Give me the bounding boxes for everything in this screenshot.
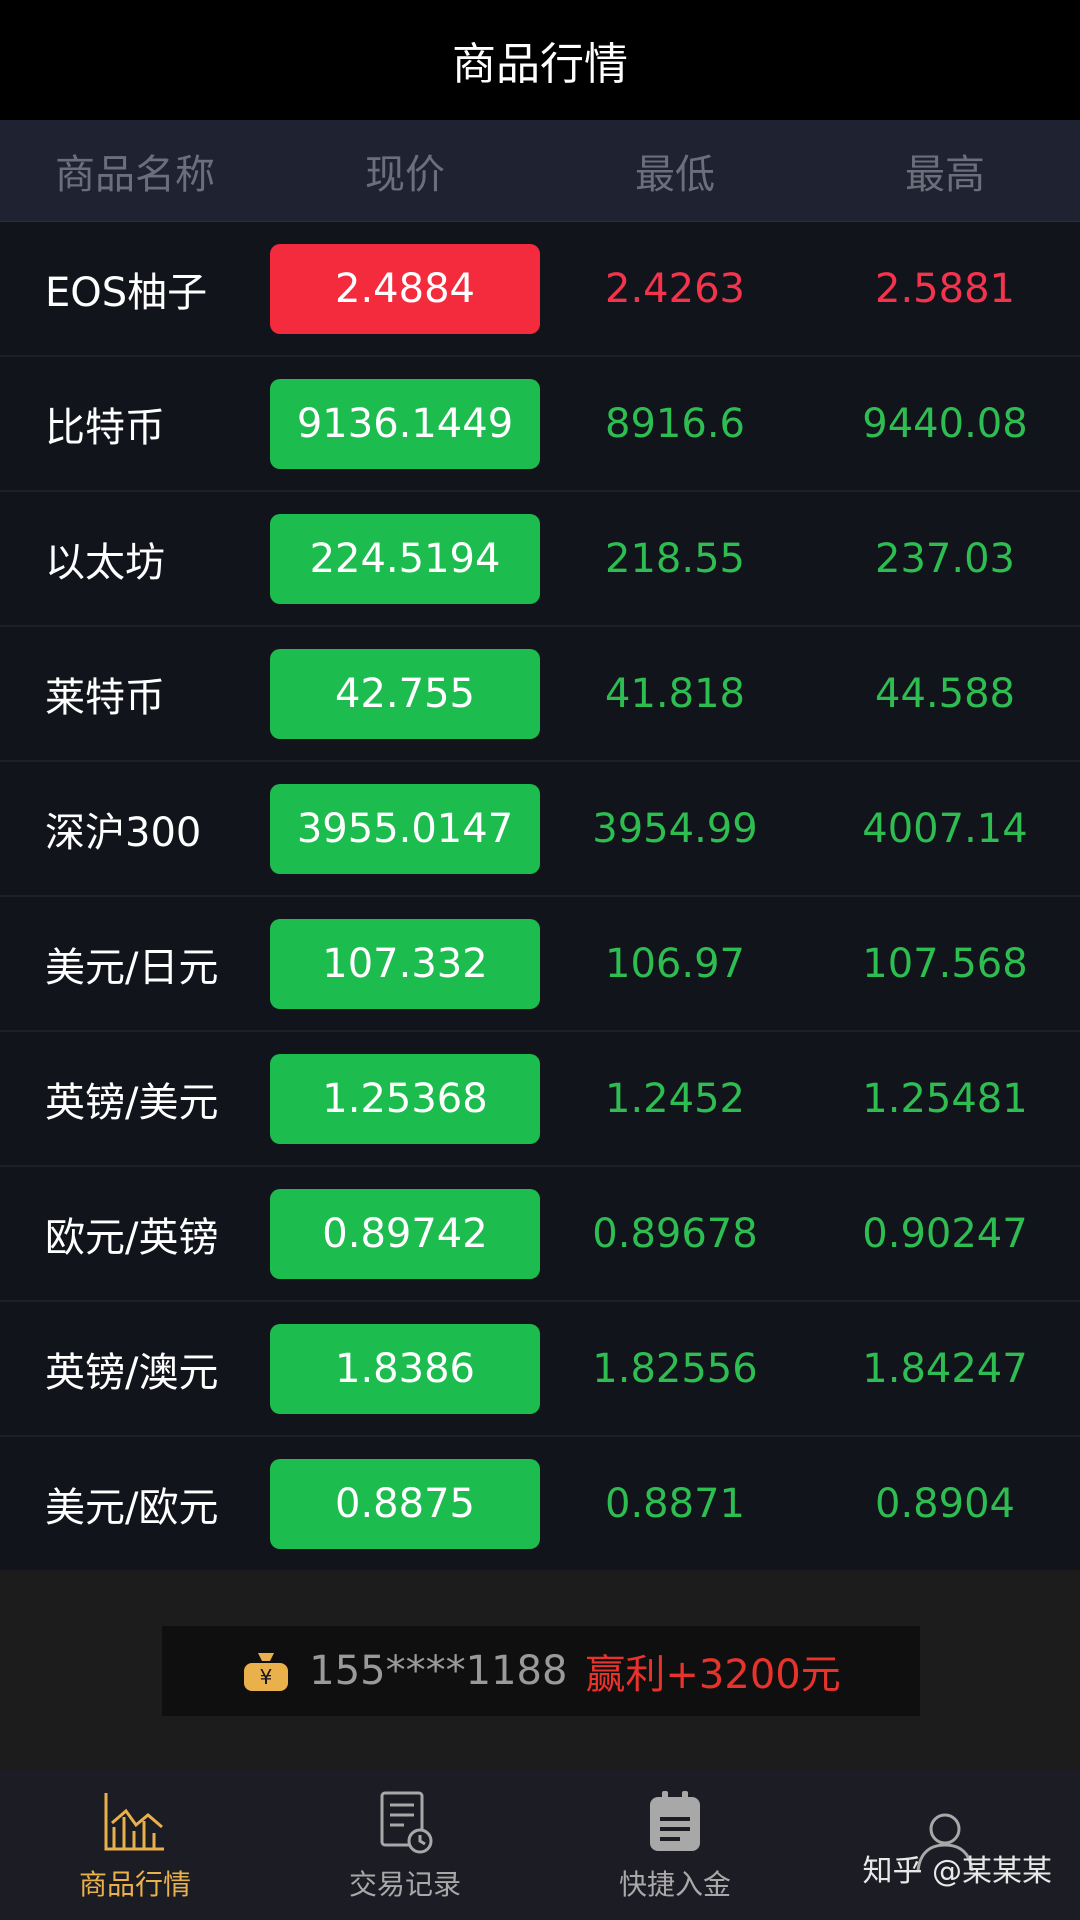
table-row[interactable]: 莱特币 42.755 41.818 44.588 [0, 627, 1080, 762]
row-low: 3954.99 [592, 805, 758, 852]
row-price[interactable]: 2.4884 [270, 243, 540, 334]
row-name: EOS柚子 [45, 269, 208, 316]
row-price-cell: 224.5194 [270, 513, 540, 604]
table-row[interactable]: 欧元/英镑 0.89742 0.89678 0.90247 [0, 1167, 1080, 1302]
row-price[interactable]: 1.8386 [270, 1323, 540, 1414]
table-row[interactable]: 比特币 9136.1449 8916.6 9440.08 [0, 357, 1080, 492]
ticker-win: 赢利+3200元 [585, 1652, 841, 1698]
row-price-cell: 0.89742 [270, 1188, 540, 1279]
watermark: 知乎 @某某某 [862, 1854, 1052, 1889]
row-low: 0.89678 [592, 1210, 758, 1257]
tab-market-label: 商品行情 [78, 1868, 191, 1901]
table-row[interactable]: 深沪300 3955.0147 3954.99 4007.14 [0, 762, 1080, 897]
row-high: 2.5881 [875, 265, 1015, 312]
row-low: 218.55 [605, 535, 745, 582]
row-high: 237.03 [875, 535, 1015, 582]
row-high: 0.8904 [875, 1480, 1015, 1527]
column-low-header: 最低 [635, 151, 715, 198]
tab-deposit-label: 快捷入金 [618, 1868, 731, 1901]
row-high: 9440.08 [862, 400, 1028, 447]
row-low: 41.818 [605, 670, 745, 717]
row-high: 0.90247 [862, 1210, 1028, 1257]
row-price-cell: 0.8875 [270, 1458, 540, 1549]
row-high: 4007.14 [862, 805, 1028, 852]
row-price[interactable]: 0.8875 [270, 1458, 540, 1549]
row-low: 0.8871 [605, 1480, 745, 1527]
chart-icon [104, 1793, 164, 1851]
row-price-cell: 3955.0147 [270, 783, 540, 874]
row-price[interactable]: 224.5194 [270, 513, 540, 604]
column-header: 商品名称 现价 最低 最高 [0, 120, 1080, 222]
tab-deposit[interactable]: 快捷入金 [540, 1770, 810, 1920]
row-low: 1.2452 [605, 1075, 745, 1122]
row-price[interactable]: 1.25368 [270, 1053, 540, 1144]
row-low: 2.4263 [605, 265, 745, 312]
column-name-header: 商品名称 [55, 151, 215, 198]
page-title: 商品行情 [0, 0, 1080, 120]
row-name: 美元/欧元 [45, 1484, 219, 1531]
tab-market[interactable]: 商品行情 [0, 1770, 270, 1920]
row-price-cell: 1.8386 [270, 1323, 540, 1414]
row-name: 欧元/英镑 [45, 1214, 219, 1261]
tab-profile[interactable] [810, 1770, 1080, 1920]
win-ticker: ¥ 155****1188 赢利+3200元 [162, 1626, 920, 1716]
row-price-cell: 1.25368 [270, 1053, 540, 1144]
svg-text:¥: ¥ [260, 1665, 273, 1689]
table-row[interactable]: EOS柚子 2.4884 2.4263 2.5881 [0, 222, 1080, 357]
table-row[interactable]: 英镑/美元 1.25368 1.2452 1.25481 [0, 1032, 1080, 1167]
row-high: 107.568 [862, 940, 1028, 987]
row-name: 英镑/澳元 [45, 1349, 219, 1396]
row-name: 美元/日元 [45, 944, 219, 991]
row-name: 莱特币 [45, 674, 165, 721]
tab-records[interactable]: 交易记录 [270, 1770, 540, 1920]
table-row[interactable]: 美元/日元 107.332 106.97 107.568 [0, 897, 1080, 1032]
row-high: 1.25481 [862, 1075, 1028, 1122]
column-price-header: 现价 [365, 151, 445, 198]
row-low: 106.97 [605, 940, 745, 987]
row-price[interactable]: 42.755 [270, 648, 540, 739]
clipboard-icon [650, 1791, 700, 1851]
row-name: 比特币 [45, 404, 165, 451]
row-low: 1.82556 [592, 1345, 758, 1392]
ticker-phone: 155****1188 [309, 1648, 568, 1694]
row-name: 深沪300 [45, 809, 202, 856]
table-row[interactable]: 英镑/澳元 1.8386 1.82556 1.84247 [0, 1302, 1080, 1437]
row-high: 1.84247 [862, 1345, 1028, 1392]
table-row[interactable]: 以太坊 224.5194 218.55 237.03 [0, 492, 1080, 627]
row-price-cell: 2.4884 [270, 243, 540, 334]
row-price-cell: 107.332 [270, 918, 540, 1009]
column-high-header: 最高 [905, 151, 985, 198]
market-screen: 商品行情 商品名称 现价 最低 最高 EOS柚子 2.4884 2.4263 2.58… [0, 0, 1080, 1920]
table-row[interactable]: 美元/欧元 0.8875 0.8871 0.8904 [0, 1437, 1080, 1572]
row-price[interactable]: 9136.1449 [270, 378, 540, 469]
ticker-area: ¥ 155****1188 赢利+3200元 [0, 1570, 1080, 1770]
row-price[interactable]: 0.89742 [270, 1188, 540, 1279]
quote-list: EOS柚子 2.4884 2.4263 2.5881 比特币 9136.1449 8916.… [0, 222, 1080, 1572]
row-price-cell: 42.755 [270, 648, 540, 739]
record-icon [380, 1791, 433, 1854]
row-price-cell: 9136.1449 [270, 378, 540, 469]
tab-records-label: 交易记录 [348, 1868, 461, 1901]
row-name: 英镑/美元 [45, 1079, 219, 1126]
row-name: 以太坊 [45, 539, 165, 586]
bottom-tab-bar: 商品行情 交易记录 快捷入金 [0, 1770, 1080, 1920]
row-price[interactable]: 107.332 [270, 918, 540, 1009]
row-price[interactable]: 3955.0147 [270, 783, 540, 874]
row-high: 44.588 [875, 670, 1015, 717]
coin-bag-icon: ¥ [241, 1649, 291, 1693]
row-low: 8916.6 [605, 400, 745, 447]
